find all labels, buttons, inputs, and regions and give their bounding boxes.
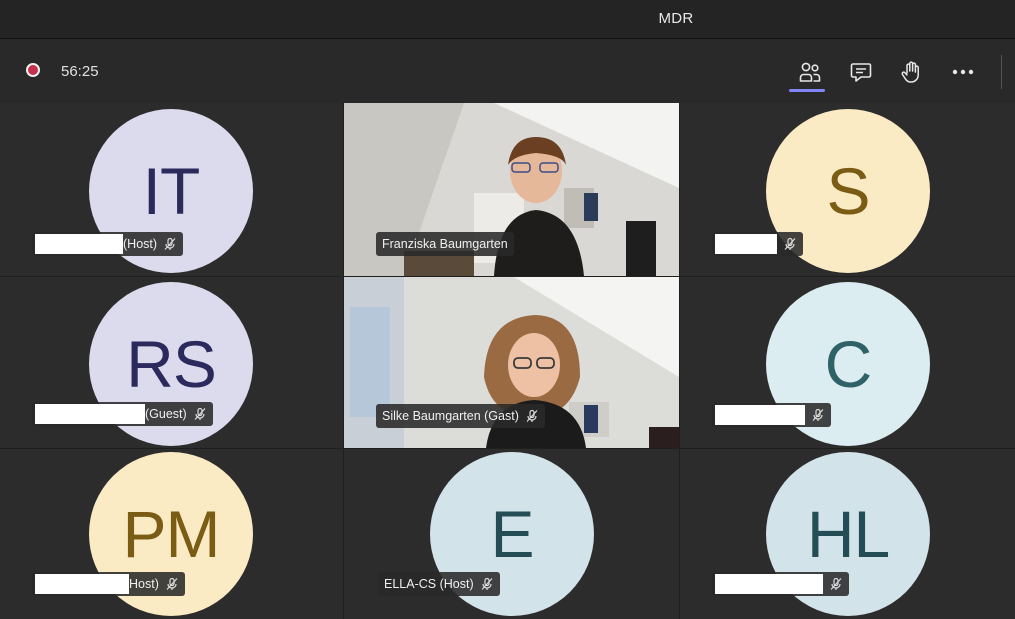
participant-name-label — [712, 232, 803, 256]
chat-button[interactable] — [848, 59, 874, 85]
mic-muted-icon — [812, 408, 824, 421]
participant-video-tile[interactable]: Silke Baumgarten (Gast) — [344, 277, 679, 448]
mic-muted-icon — [166, 577, 178, 590]
mic-muted-icon — [784, 237, 796, 250]
participant-name: (Host) — [123, 237, 158, 251]
redacted-name — [35, 234, 123, 254]
participant-name: ELLA-CS (Host) — [384, 577, 474, 591]
participant-tile[interactable]: RS (Guest) — [0, 277, 343, 448]
participant-name-label — [712, 572, 849, 596]
participant-name-label — [712, 403, 831, 427]
participant-tile[interactable]: IT (Host) — [0, 103, 343, 276]
participant-name-label: ELLA-CS (Host) — [378, 572, 500, 596]
more-options-button[interactable] — [950, 59, 976, 85]
mic-muted-icon — [194, 407, 206, 420]
window-title: MDR — [658, 10, 694, 27]
mic-muted-icon — [526, 409, 538, 422]
mic-muted-icon — [481, 577, 493, 590]
redacted-name — [715, 234, 777, 254]
participant-name: Host) — [129, 577, 159, 591]
mic-muted-icon — [830, 577, 842, 590]
redacted-name — [715, 574, 823, 594]
meeting-toolbar: 56:25 — [0, 39, 1015, 103]
participant-name: (Guest) — [145, 407, 187, 421]
participant-name: Franziska Baumgarten — [382, 237, 508, 251]
recording-timer: 56:25 — [61, 63, 99, 80]
participant-name-label: Silke Baumgarten (Gast) — [376, 404, 545, 428]
participant-name-label: (Host) — [32, 232, 184, 256]
more-dots-icon — [952, 69, 974, 75]
participant-tile[interactable]: S — [680, 103, 1015, 276]
participant-video-tile[interactable]: Franziska Baumgarten — [344, 103, 679, 276]
participant-name-label: Franziska Baumgarten — [376, 232, 514, 256]
title-bar: MDR — [0, 0, 1015, 39]
redacted-name — [35, 574, 129, 594]
participant-grid: IT (Host) Franziska Baumgarten S RS (Gue… — [0, 103, 1015, 619]
participants-button[interactable] — [789, 59, 825, 92]
raise-hand-button[interactable] — [898, 59, 924, 85]
toolbar-divider — [1001, 55, 1002, 89]
participant-name-label: (Guest) — [32, 402, 213, 426]
people-icon — [799, 62, 821, 82]
participant-tile[interactable]: HL — [680, 449, 1015, 619]
participant-name: Silke Baumgarten (Gast) — [382, 409, 519, 423]
redacted-name — [715, 405, 805, 425]
recording-indicator-icon — [26, 63, 40, 77]
hand-icon — [901, 61, 919, 83]
participant-tile[interactable]: E ELLA-CS (Host) — [344, 449, 679, 619]
participant-name-label: Host) — [32, 572, 185, 596]
chat-icon — [850, 63, 872, 82]
participant-tile[interactable]: PM Host) — [0, 449, 343, 619]
mic-muted-icon — [164, 237, 176, 250]
participant-tile[interactable]: C — [680, 277, 1015, 448]
redacted-name — [35, 404, 145, 424]
